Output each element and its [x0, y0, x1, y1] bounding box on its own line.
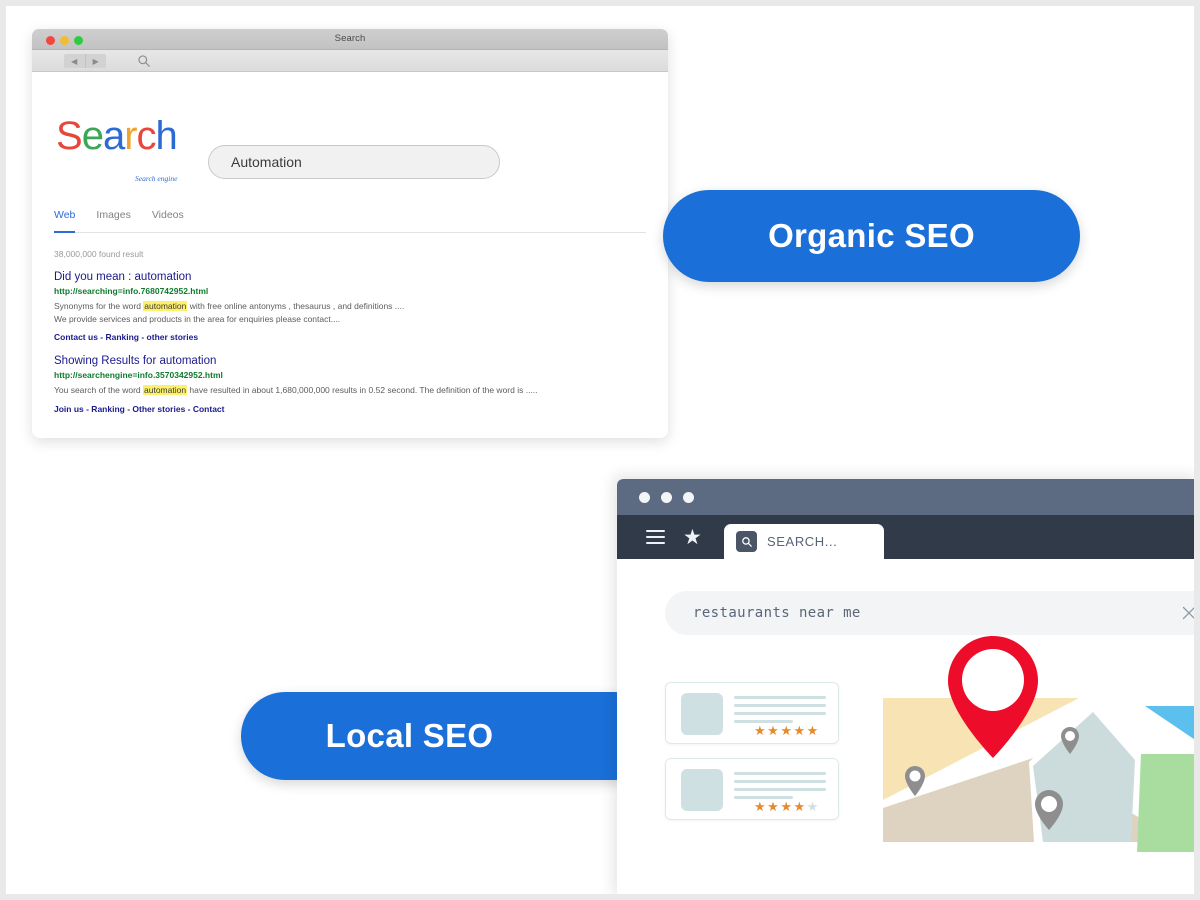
star-icon: ★: [806, 799, 819, 814]
star-icon[interactable]: ★: [683, 527, 702, 548]
mac-browser-window: Search ◀ ▶ Search Search engine Automati…: [32, 29, 668, 438]
organic-seo-callout[interactable]: Organic SEO: [663, 190, 1080, 282]
star-icon: ★: [793, 799, 806, 814]
search-icon[interactable]: [137, 54, 151, 68]
local-results-list: ★ ★ ★ ★ ★ ★ ★ ★ ★ ★: [665, 682, 839, 834]
logo-tagline: Search engine: [135, 174, 178, 183]
forward-icon[interactable]: ▶: [86, 54, 107, 68]
local-seo-callout[interactable]: Local SEO: [241, 692, 658, 780]
star-icon: ★: [793, 723, 806, 738]
logo-letter: a: [102, 114, 125, 158]
snippet-highlight: automation: [143, 301, 188, 311]
results-count: 38,000,000 found result: [54, 249, 144, 259]
snippet-highlight: automation: [143, 385, 188, 396]
logo-letter: c: [136, 114, 157, 158]
window-minimize-button[interactable]: [661, 492, 672, 503]
result-tabs: Web Images Videos: [54, 209, 646, 233]
result-sitelinks[interactable]: Contact us - Ranking - other stories: [54, 332, 654, 342]
list-item[interactable]: ★ ★ ★ ★ ★: [665, 758, 839, 820]
logo-letter: h: [155, 114, 178, 158]
star-icon: ★: [780, 799, 792, 814]
result-url[interactable]: http://searchengine=info.3570342952.html: [54, 370, 654, 380]
local-seo-label: Local SEO: [325, 717, 494, 754]
snippet-pre: Synonyms for the word: [54, 301, 144, 311]
location-pin-icon: [943, 632, 1043, 762]
result-url[interactable]: http://searching=info.7680742952.html: [54, 286, 654, 296]
flat-titlebar: [617, 479, 1194, 515]
star-icon: ★: [754, 723, 766, 738]
star-icon: ★: [767, 723, 779, 738]
window-close-button[interactable]: [639, 492, 650, 503]
star-icon: ★: [806, 723, 819, 738]
search-tab[interactable]: SEARCH...: [724, 524, 884, 559]
mac-titlebar: Search: [32, 29, 668, 50]
star-icon: ★: [767, 799, 779, 814]
search-result-item: Showing Results for automation http://se…: [54, 355, 654, 413]
close-icon[interactable]: [1180, 604, 1194, 622]
list-item[interactable]: ★ ★ ★ ★ ★: [665, 682, 839, 744]
rating-stars: ★ ★ ★ ★ ★: [754, 724, 818, 737]
flat-toolbar: ★ SEARCH...: [617, 515, 1194, 559]
map-region-green: [1137, 754, 1194, 852]
search-icon: [736, 531, 757, 552]
page-frame: Search ◀ ▶ Search Search engine Automati…: [0, 0, 1200, 900]
result-title[interactable]: Did you mean : automation: [54, 271, 654, 283]
result-snippet: You search of the word automation have r…: [54, 384, 654, 397]
organic-seo-label: Organic SEO: [768, 217, 975, 254]
logo-letter: S: [56, 114, 83, 158]
local-browser-window: ★ SEARCH... restaurants near me ★ ★ ★ ★ …: [617, 479, 1194, 894]
search-logo: Search: [56, 114, 178, 158]
tab-images[interactable]: Images: [96, 209, 130, 226]
logo-letter: e: [81, 114, 104, 158]
hamburger-icon[interactable]: [646, 530, 665, 544]
logo-letter: r: [124, 114, 137, 158]
thumbnail: [681, 769, 723, 811]
tab-web[interactable]: Web: [54, 209, 76, 233]
rating-stars: ★ ★ ★ ★ ★: [754, 800, 818, 813]
mac-toolbar: ◀ ▶: [32, 50, 668, 72]
query-input[interactable]: restaurants near me: [665, 591, 1194, 635]
star-icon: ★: [780, 723, 792, 738]
result-snippet-line2: We provide services and products in the …: [54, 314, 341, 325]
snippet-post: have resulted in about 1,680,000,000 res…: [187, 385, 538, 396]
search-result-item: Did you mean : automation http://searchi…: [54, 271, 654, 342]
snippet-pre: You search of the word: [54, 385, 143, 396]
window-maximize-button[interactable]: [683, 492, 694, 503]
search-results-list: 38,000,000 found result Did you mean : a…: [54, 249, 654, 427]
mac-page-body: Search Search engine Automation Web Imag…: [32, 72, 668, 438]
search-input-value: Automation: [231, 154, 302, 170]
search-tab-label: SEARCH...: [767, 534, 838, 549]
query-input-value: restaurants near me: [693, 605, 861, 621]
local-page-body: restaurants near me ★ ★ ★ ★ ★ ★ ★ ★ ★ ★: [617, 559, 1194, 894]
result-snippet: Synonyms for the word automation with fr…: [54, 300, 654, 313]
nav-segmented-control[interactable]: ◀ ▶: [64, 54, 106, 68]
thumbnail: [681, 693, 723, 735]
window-title: Search: [334, 33, 366, 44]
star-icon: ★: [754, 799, 766, 814]
search-input[interactable]: Automation: [208, 145, 500, 179]
back-icon[interactable]: ◀: [64, 54, 86, 68]
tab-videos[interactable]: Videos: [152, 209, 184, 226]
result-title[interactable]: Showing Results for automation: [54, 355, 654, 367]
snippet-post: with free online antonyms , thesaurus , …: [187, 301, 405, 311]
result-sitelinks[interactable]: Join us - Ranking - Other stories - Cont…: [54, 404, 654, 414]
